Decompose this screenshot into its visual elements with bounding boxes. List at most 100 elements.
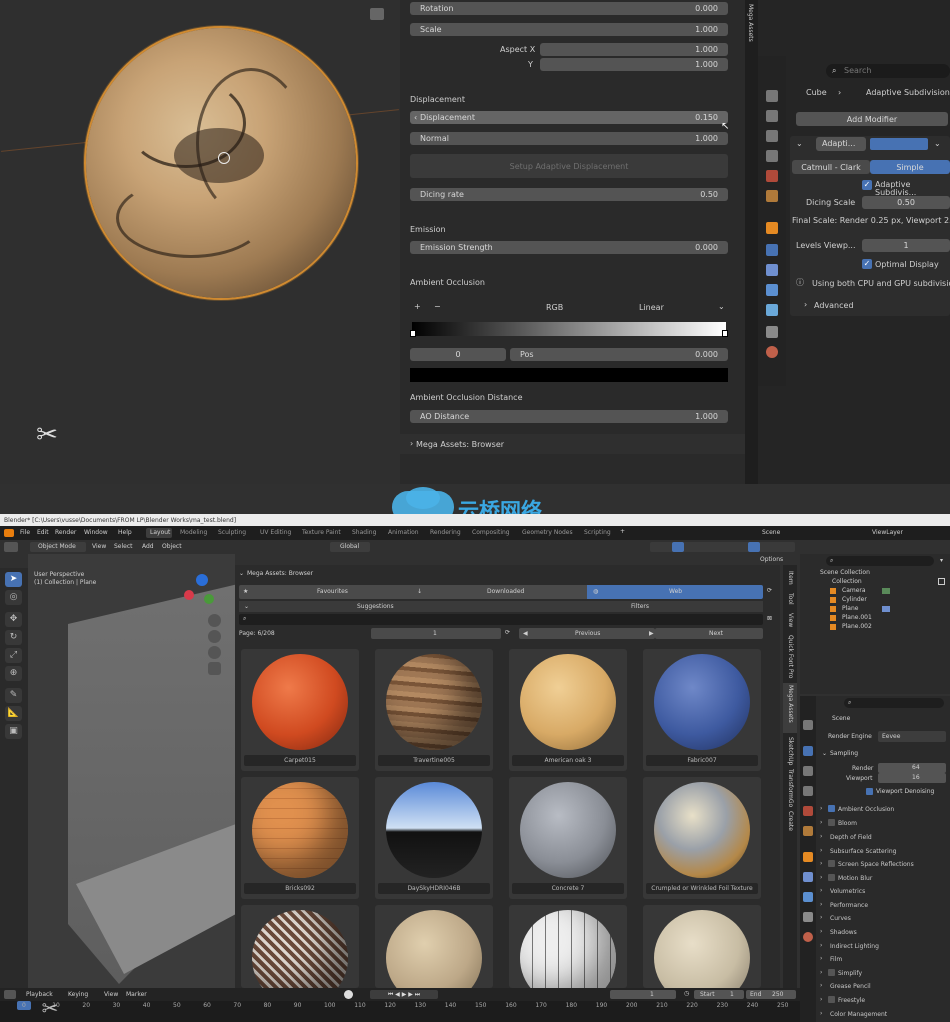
emission-strength-field[interactable]: Emission Strength 0.000 — [410, 241, 728, 254]
modifier-visibility-toggles[interactable] — [870, 138, 928, 150]
outliner-search-input[interactable]: ⌕ — [826, 556, 934, 566]
view-layer-tab-icon[interactable] — [803, 786, 813, 796]
asset-tile[interactable] — [241, 905, 359, 1006]
add-workspace-icon[interactable]: + — [620, 529, 625, 535]
solid-shading-icon[interactable] — [748, 542, 760, 552]
panel-row[interactable]: › Shadows — [820, 926, 948, 938]
levels-viewport-field[interactable]: 1 — [862, 239, 950, 252]
tab-quick-font-pro[interactable]: Quick Font Pro — [787, 635, 794, 678]
tab-item[interactable]: Item — [787, 571, 794, 585]
menu-view[interactable]: View — [92, 544, 106, 550]
next-button[interactable]: ▶ Next — [649, 628, 763, 639]
displacement-field[interactable]: ‹ Displacement 0.150 — [410, 111, 728, 124]
ramp-color-swatch[interactable] — [410, 368, 728, 382]
scene-tab-icon[interactable] — [766, 170, 778, 182]
panel-row[interactable]: › Grease Pencil — [820, 980, 948, 992]
editor-type-icon[interactable] — [4, 990, 16, 999]
outliner-item[interactable]: Camera — [808, 587, 948, 595]
panel-row[interactable]: › Indirect Lighting — [820, 940, 948, 952]
menu-marker[interactable]: Marker — [126, 992, 147, 998]
side-tab-strip[interactable]: Mega Assets — [745, 0, 758, 484]
tab-shading[interactable]: Shading — [352, 530, 376, 536]
render-tab-icon[interactable] — [803, 746, 813, 756]
output-tab-icon[interactable] — [803, 766, 813, 776]
panel-row[interactable]: › Depth of Field — [820, 831, 948, 843]
menu-file[interactable]: File — [20, 530, 30, 536]
render-samples-field[interactable]: 64 — [878, 763, 946, 773]
asset-tile[interactable] — [643, 905, 761, 1006]
viewport-samples-field[interactable]: 16 — [878, 773, 946, 783]
sampling-panel[interactable]: Sampling — [830, 751, 858, 757]
material-sphere-preview[interactable] — [86, 28, 356, 298]
select-tool-icon[interactable]: ➤ — [5, 572, 22, 587]
editor-type-icon[interactable] — [4, 542, 18, 552]
search-input[interactable]: ⌕ Search — [826, 64, 950, 78]
panel-row[interactable]: › Volumetrics — [820, 885, 948, 897]
object-tab-icon[interactable] — [803, 852, 813, 862]
asset-tile[interactable]: Crumpled or Wrinkled Foil Texture — [643, 777, 761, 899]
panel-row[interactable]: › Bloom — [820, 817, 948, 829]
chevron-down-icon[interactable]: ⌄ — [718, 303, 725, 311]
ortho-grid-icon[interactable] — [208, 662, 221, 675]
ambient-occlusion-section[interactable]: Ambient Occlusion — [410, 278, 485, 287]
asset-tile[interactable]: Fabric007 — [643, 649, 761, 771]
normal-field[interactable]: Normal 1.000 — [410, 132, 728, 145]
checkbox-icon[interactable] — [828, 874, 835, 881]
world-tab-icon[interactable] — [803, 826, 813, 836]
tab-web[interactable]: ◍ Web — [587, 585, 763, 599]
output-tab-icon[interactable] — [766, 130, 778, 142]
panel-row[interactable]: › Color Management — [820, 1008, 948, 1020]
tab-sketchup[interactable]: SketchUp — [787, 737, 794, 765]
emission-section[interactable]: Emission — [410, 225, 446, 234]
camera-view-icon[interactable] — [208, 646, 221, 659]
mode-select[interactable]: Object Mode — [30, 542, 86, 552]
chevron-down-icon[interactable]: ⌄ — [796, 140, 803, 148]
tab-create[interactable]: Create — [787, 811, 794, 831]
dicing-scale-field[interactable]: 0.50 — [862, 196, 950, 209]
checkbox-icon[interactable] — [828, 969, 835, 976]
tab-compositing[interactable]: Compositing — [472, 530, 510, 536]
asset-tile[interactable]: Travertine005 — [375, 649, 493, 771]
page-number-field[interactable]: 1 — [371, 628, 501, 639]
modifier-name-field[interactable]: Adapti... — [816, 137, 866, 151]
gizmo-x-axis-icon[interactable] — [184, 590, 194, 600]
gizmo-z-axis-icon[interactable] — [196, 574, 208, 586]
outliner-item[interactable]: Plane.001 — [808, 614, 948, 622]
tab-layout[interactable]: Layout — [146, 528, 172, 538]
asset-tile[interactable] — [375, 905, 493, 1006]
tab-texture-paint[interactable]: Texture Paint — [302, 530, 341, 536]
3d-viewport[interactable]: User Perspective (1) Collection | Plane — [28, 554, 235, 988]
start-frame-field[interactable]: Start 1 — [694, 990, 744, 999]
viewport-grid-icon[interactable] — [370, 8, 384, 20]
menu-render[interactable]: Render — [55, 530, 76, 536]
render-engine-select[interactable]: Eevee — [878, 731, 946, 742]
scale-tool-icon[interactable]: ⤢ — [5, 648, 22, 663]
asset-tile[interactable]: American oak 3 — [509, 649, 627, 771]
aspect-x-field[interactable]: 1.000 — [540, 43, 728, 56]
add-modifier-button[interactable]: Add Modifier — [796, 112, 948, 126]
adaptive-subdivision-checkbox[interactable]: ✓ — [862, 180, 872, 190]
dicing-rate-field[interactable]: Dicing rate 0.50 — [410, 188, 728, 201]
clear-search-icon[interactable]: ⊠ — [767, 616, 772, 622]
outliner-item[interactable]: Plane.002 — [808, 623, 948, 631]
chevron-down-icon[interactable]: ⌄ — [239, 571, 244, 577]
mega-assets-tab[interactable]: Mega Assets — [747, 4, 754, 42]
constraints-tab-icon[interactable] — [766, 304, 778, 316]
setup-adaptive-displacement-button[interactable]: Setup Adaptive Displacement — [410, 154, 728, 178]
panel-row[interactable]: › Simplify — [820, 967, 948, 979]
move-tool-icon[interactable]: ✥ — [5, 612, 22, 627]
particles-tab-icon[interactable] — [803, 892, 813, 902]
annotate-tool-icon[interactable]: ✎ — [5, 688, 22, 703]
tool-tab-icon[interactable] — [766, 90, 778, 102]
panel-row[interactable]: › Screen Space Reflections — [820, 858, 948, 870]
current-frame-field[interactable]: 1 — [610, 990, 676, 999]
rotation-field[interactable]: Rotation 0.000 — [410, 2, 728, 15]
ramp-pos-field[interactable]: Pos 0.000 — [510, 348, 728, 361]
measure-tool-icon[interactable]: 📐 — [5, 706, 22, 721]
tab-downloaded[interactable]: ↓ Downloaded — [411, 585, 587, 599]
menu-help[interactable]: Help — [118, 530, 132, 536]
panel-row[interactable]: › Performance — [820, 899, 948, 911]
outliner-item[interactable]: Cylinder — [808, 596, 948, 604]
catmull-clark-button[interactable]: Catmull - Clark — [792, 160, 870, 174]
ao-distance-section[interactable]: Ambient Occlusion Distance — [410, 393, 523, 402]
